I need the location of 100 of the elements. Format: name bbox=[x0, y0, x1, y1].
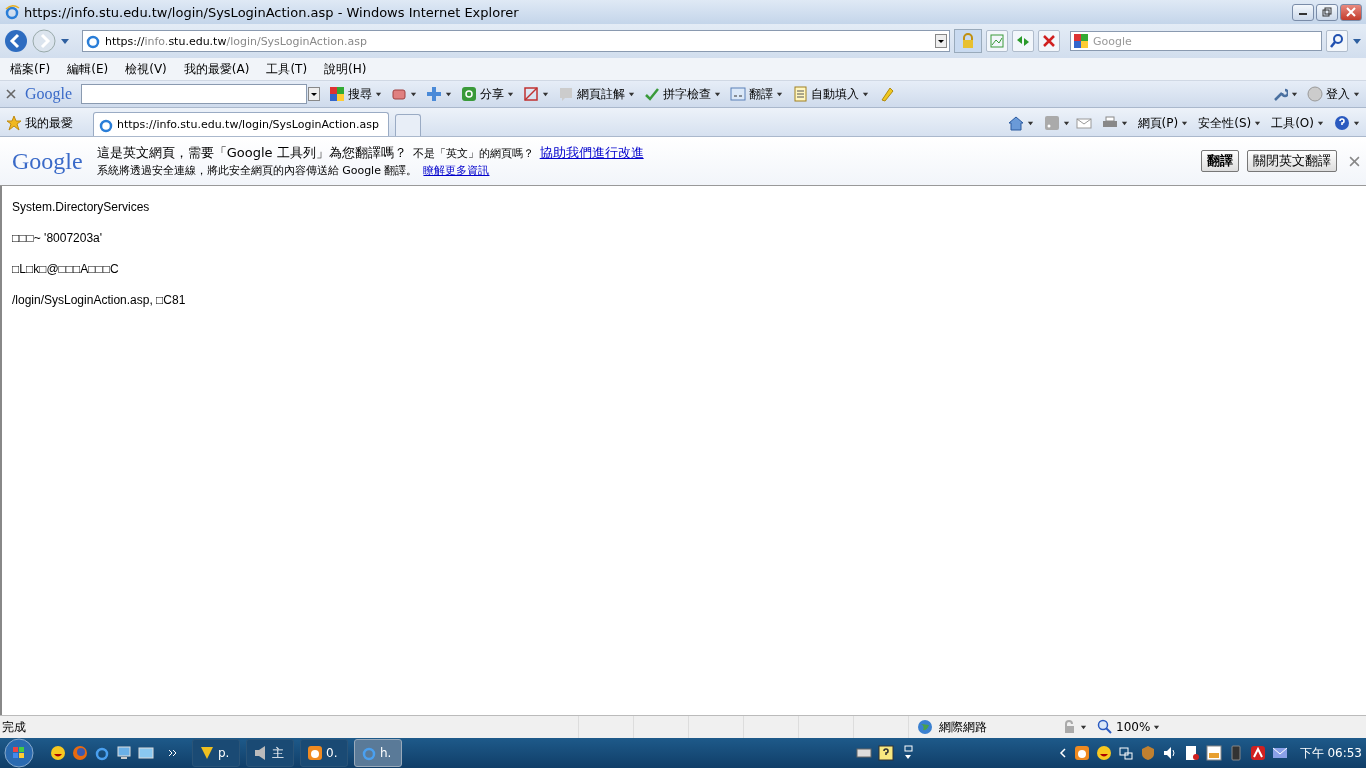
clock[interactable]: 下午 06:53 bbox=[1299, 744, 1362, 762]
smiley-icon[interactable] bbox=[50, 745, 66, 761]
toolbar-button[interactable] bbox=[426, 86, 453, 102]
back-button[interactable] bbox=[4, 29, 28, 53]
picture-frame-icon bbox=[989, 33, 1006, 49]
volume-icon[interactable] bbox=[1161, 745, 1178, 761]
checkmark-icon bbox=[644, 86, 661, 102]
translate-note: 系統將透過安全連線，將此安全網頁的內容傳送給 Google 翻譯。 bbox=[96, 163, 418, 178]
search-field[interactable]: Google bbox=[1070, 31, 1323, 51]
caret-icon bbox=[628, 90, 636, 98]
toolbar-button[interactable]: 自動填入 bbox=[792, 85, 870, 103]
star-icon bbox=[6, 115, 22, 131]
ie-icon[interactable] bbox=[94, 745, 110, 761]
menu-item[interactable]: 我的最愛(A) bbox=[183, 60, 250, 78]
chat-icon[interactable] bbox=[1073, 745, 1090, 761]
menu-item[interactable]: 工具(T) bbox=[266, 60, 308, 78]
toolbar-button[interactable]: 網頁註解 bbox=[558, 85, 636, 103]
close-icon[interactable] bbox=[6, 89, 16, 99]
menu-item[interactable]: 說明(H) bbox=[324, 60, 367, 78]
google-icon bbox=[329, 86, 346, 102]
menu-item[interactable]: 檢視(V) bbox=[125, 60, 167, 78]
home-icon bbox=[1007, 115, 1024, 131]
close-icon bbox=[1041, 33, 1058, 49]
toolbar-button[interactable]: 拼字檢查 bbox=[644, 85, 722, 103]
caret-icon bbox=[1291, 90, 1298, 98]
ie-icon bbox=[361, 745, 377, 761]
caret-icon bbox=[1317, 119, 1324, 127]
refresh-button[interactable] bbox=[1012, 30, 1035, 52]
restore-icon bbox=[1322, 7, 1332, 17]
restore-button[interactable] bbox=[1316, 3, 1338, 21]
search-icon bbox=[1329, 33, 1345, 49]
caret-icon bbox=[410, 90, 418, 98]
desktop-icon[interactable] bbox=[138, 745, 154, 761]
caret-icon bbox=[1181, 119, 1189, 127]
toolbar-button[interactable] bbox=[523, 86, 550, 102]
toolbar-search-field[interactable] bbox=[81, 84, 308, 104]
chevron-icon[interactable] bbox=[1057, 748, 1068, 758]
zoom-button[interactable]: 100% bbox=[1097, 714, 1177, 740]
smiley-icon[interactable] bbox=[1095, 745, 1112, 761]
search-button[interactable] bbox=[1326, 30, 1348, 52]
close-button[interactable] bbox=[1340, 3, 1362, 21]
document-icon[interactable] bbox=[1183, 745, 1200, 761]
browser-tab[interactable]: https://info.stu.edu.tw/login/SysLoginAction.asp bbox=[93, 112, 389, 136]
toolbar-button[interactable]: 分享 bbox=[461, 85, 515, 103]
firefox-icon[interactable] bbox=[72, 745, 88, 761]
windows-logo-icon bbox=[4, 738, 34, 768]
sign-in-button[interactable]: 登入 bbox=[1307, 85, 1360, 103]
favorites-button[interactable]: 我的最愛 bbox=[6, 110, 73, 136]
taskbar-button[interactable]: h. bbox=[354, 739, 402, 767]
command-menu[interactable]: 工具(O) bbox=[1271, 110, 1324, 136]
caret-icon bbox=[862, 90, 870, 98]
share-icon bbox=[461, 86, 478, 102]
window-title: https://info.stu.edu.tw/login/SysLoginAction.asp - Windows Internet Explorer bbox=[24, 4, 520, 20]
translate-button[interactable]: 翻譯 bbox=[1201, 150, 1239, 172]
page-text: □L□k□@□□□A□□□C bbox=[12, 262, 120, 276]
caret-icon bbox=[542, 90, 550, 98]
taskbar-button[interactable]: p. bbox=[192, 739, 240, 767]
help-icon[interactable] bbox=[877, 745, 894, 761]
antivirus-icon[interactable] bbox=[1249, 745, 1266, 761]
taskbar-button[interactable]: 0. bbox=[300, 739, 348, 767]
shield-icon[interactable] bbox=[1139, 745, 1156, 761]
translate-button[interactable]: 關閉英文翻譯 bbox=[1247, 150, 1337, 172]
chart-icon[interactable] bbox=[1205, 745, 1222, 761]
toolbar-button[interactable]: 搜尋 bbox=[329, 85, 383, 103]
command-menu[interactable]: 安全性(S) bbox=[1198, 110, 1262, 136]
keyboard-icon[interactable] bbox=[855, 745, 872, 761]
mail-icon[interactable] bbox=[1271, 745, 1288, 761]
app-icon bbox=[199, 745, 215, 761]
google-logo: Google bbox=[12, 147, 83, 175]
dropdown-icon[interactable] bbox=[308, 87, 321, 101]
page-icon bbox=[85, 33, 101, 49]
caret-icon bbox=[507, 90, 515, 98]
stop-button[interactable] bbox=[1038, 30, 1061, 52]
network-icon[interactable] bbox=[1117, 745, 1134, 761]
menu-item[interactable]: 編輯(E) bbox=[67, 60, 109, 78]
computer-icon[interactable] bbox=[116, 745, 132, 761]
wrench-icon bbox=[1272, 86, 1288, 102]
help-icon bbox=[1334, 115, 1350, 131]
overflow-icon[interactable] bbox=[168, 748, 178, 758]
caret-icon bbox=[1062, 119, 1070, 127]
settings-button[interactable] bbox=[1272, 86, 1298, 102]
command-menu[interactable]: 網頁(P) bbox=[1137, 110, 1189, 136]
close-icon[interactable] bbox=[1349, 155, 1360, 167]
status-text: 完成 bbox=[1, 718, 27, 736]
help-link[interactable]: 協助我們進行改進 bbox=[539, 144, 644, 162]
ie-icon bbox=[4, 4, 20, 20]
toolbar-button[interactable] bbox=[391, 86, 418, 102]
menu-item[interactable]: 檔案(F) bbox=[10, 60, 51, 78]
toolbar-button[interactable]: 翻譯 bbox=[730, 85, 784, 103]
dropdown-icon[interactable] bbox=[935, 34, 948, 48]
google-icon bbox=[1073, 33, 1090, 49]
close-icon bbox=[1346, 7, 1356, 17]
page-text: System.DirectoryServices bbox=[12, 200, 151, 214]
minimize-button[interactable] bbox=[1292, 3, 1314, 21]
start-button[interactable] bbox=[4, 738, 34, 768]
learn-more-link[interactable]: 瞭解更多資訊 bbox=[423, 163, 490, 178]
taskbar-button[interactable]: 主 bbox=[246, 739, 294, 767]
caret-icon bbox=[1254, 119, 1262, 127]
address-field[interactable]: https://info.stu.edu.tw/login/SysLoginAction.asp bbox=[82, 30, 951, 52]
caret-icon bbox=[1353, 90, 1360, 98]
